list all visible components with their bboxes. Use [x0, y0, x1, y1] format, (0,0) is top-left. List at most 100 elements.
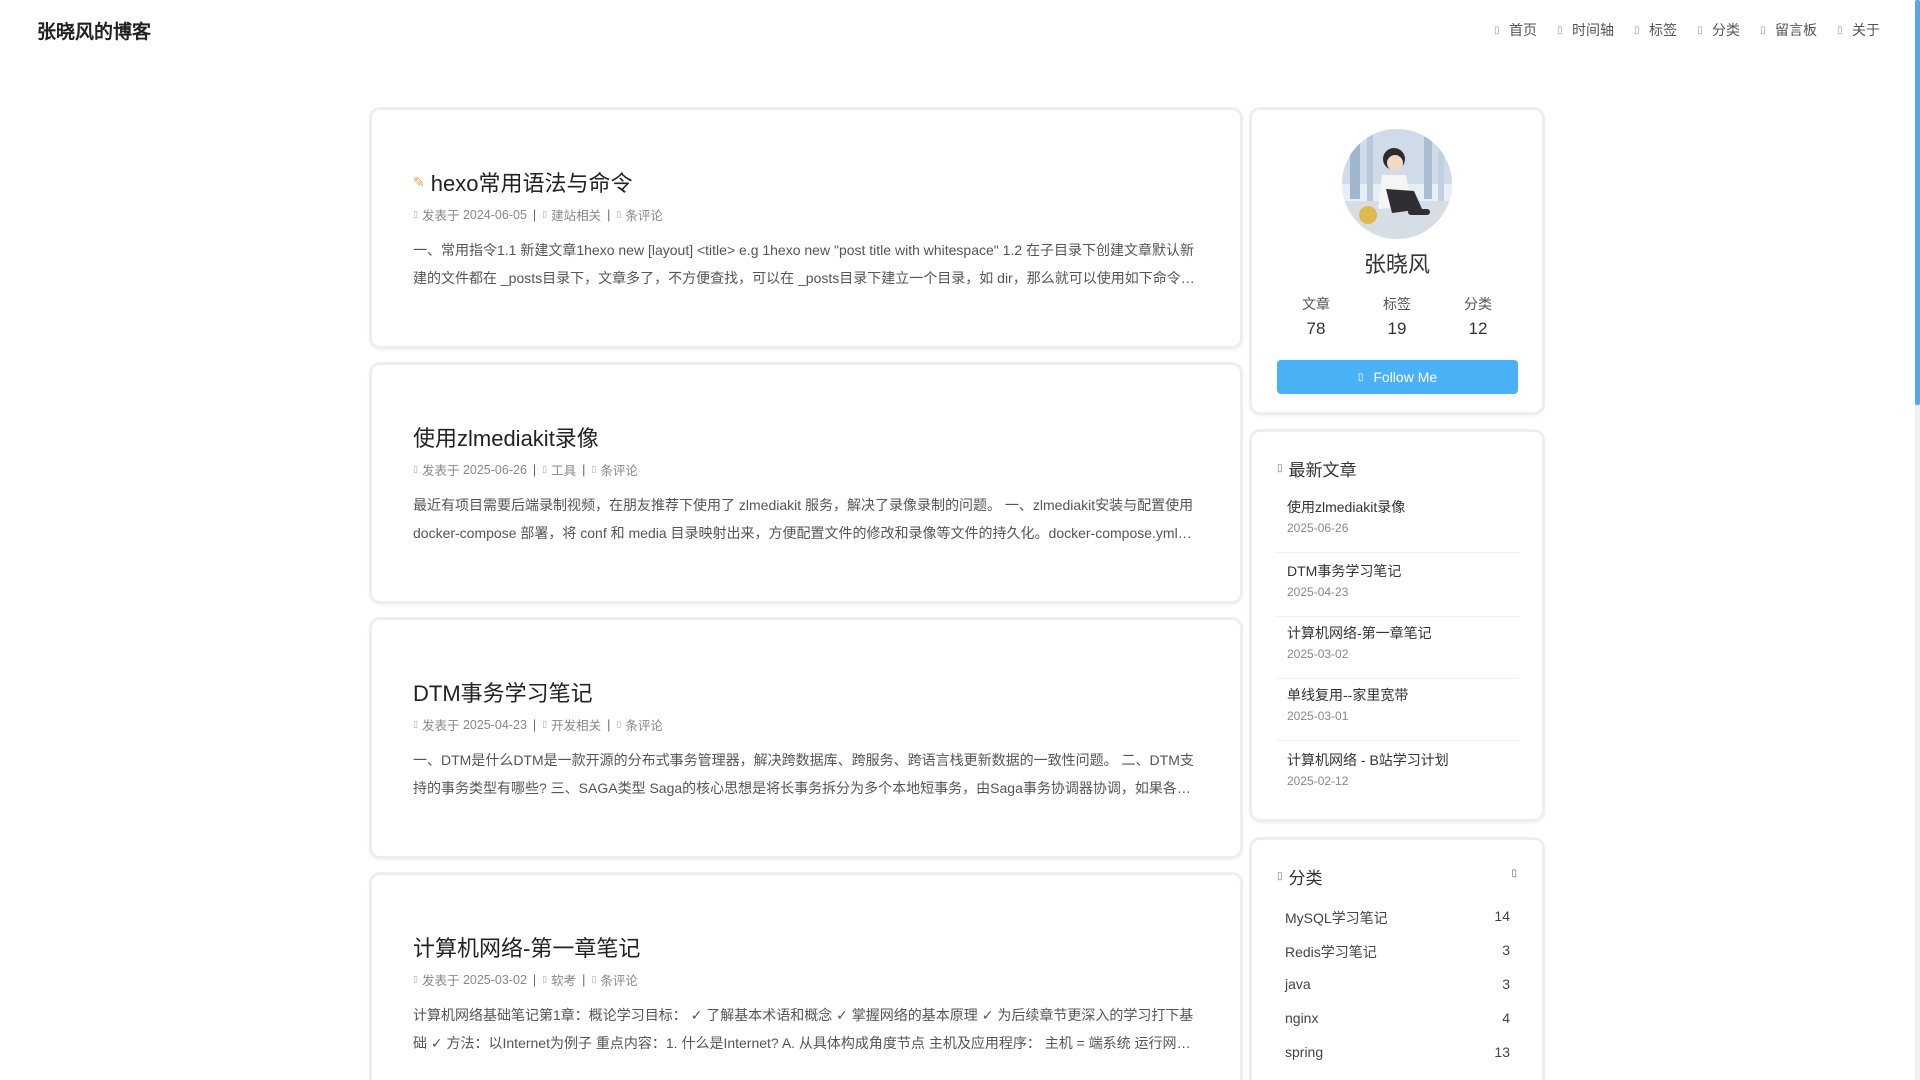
recent-post-item[interactable]: 计算机网络-第一章笔记 2025-03-02: [1277, 618, 1519, 679]
recent-post-date: 2025-03-02: [1287, 647, 1349, 661]
folder-icon: ▯: [542, 719, 548, 729]
category-item[interactable]: java 3: [1285, 976, 1510, 992]
post-card: 计算机网络-第一章笔记 ▯ 发表于 2025-03-02 | ▯ 软考 | ▯ …: [372, 875, 1240, 1080]
nav-label: 首页: [1509, 22, 1537, 38]
stat-articles[interactable]: 文章 78: [1276, 294, 1356, 339]
archive-icon: ▯: [1557, 24, 1563, 36]
comment-icon: ▯: [616, 719, 622, 729]
main-nav: ▯ 首页 ▯ 时间轴 ▯ 标签 ▯ 分类 ▯ 留言板 ▯ 关于: [1474, 20, 1880, 40]
nav-item-categories[interactable]: ▯ 分类: [1697, 20, 1740, 40]
meta-separator: |: [532, 207, 537, 222]
folder-icon: ▯: [542, 974, 548, 984]
category-item[interactable]: MySQL学习笔记 14: [1285, 908, 1510, 928]
comment-count[interactable]: 条评论: [600, 460, 638, 479]
post-card: DTM事务学习笔记 ▯ 发表于 2025-04-23 | ▯ 开发相关 | ▯ …: [372, 620, 1240, 856]
nav-label: 分类: [1712, 22, 1740, 38]
stat-label: 文章: [1302, 296, 1330, 312]
post-date: 2025-03-02: [462, 972, 527, 987]
post-excerpt: 计算机网络基础笔记第1章：概论学习目标： ✓ 了解基本术语和概念 ✓ 掌握网络的…: [413, 1007, 1194, 1051]
post-category[interactable]: 开发相关: [551, 715, 601, 734]
category-item[interactable]: Redis学习笔记 3: [1285, 942, 1510, 962]
recent-post-item[interactable]: DTM事务学习笔记 2025-04-23: [1277, 556, 1519, 617]
recent-post-title[interactable]: 计算机网络 - B站学习计划: [1287, 750, 1449, 770]
category-count: 4: [1502, 1010, 1510, 1026]
recent-post-title[interactable]: DTM事务学习笔记: [1287, 561, 1401, 581]
nav-label: 留言板: [1775, 22, 1817, 38]
post-date: 2025-04-23: [462, 717, 527, 732]
recent-post-title[interactable]: 计算机网络-第一章笔记: [1287, 623, 1432, 643]
recent-post-title[interactable]: 使用zlmediakit录像: [1287, 497, 1405, 517]
site-title[interactable]: 张晓风的博客: [37, 17, 151, 44]
post-category[interactable]: 软考: [551, 970, 576, 989]
scrollbar-thumb[interactable]: [1915, 0, 1920, 405]
date-prefix: 发表于: [421, 464, 460, 478]
recent-post-item[interactable]: 计算机网络 - B站学习计划 2025-02-12: [1277, 745, 1519, 806]
pin-icon: ✎: [413, 173, 425, 190]
comment-count[interactable]: 条评论: [625, 715, 663, 734]
meta-separator: |: [532, 462, 537, 477]
post-title[interactable]: DTM事务学习笔记: [413, 676, 593, 708]
author-card: 张晓风 文章 78 标签 19 分类 12 ▯ Follow Me: [1252, 110, 1542, 412]
post-category[interactable]: 工具: [551, 460, 576, 479]
follow-me-button[interactable]: ▯ Follow Me: [1277, 360, 1518, 394]
nav-item-timeline[interactable]: ▯ 时间轴: [1557, 20, 1614, 40]
post-title[interactable]: 使用zlmediakit录像: [413, 421, 599, 453]
recent-post-date: 2025-03-01: [1287, 709, 1349, 723]
post-meta: ▯ 发表于 2025-03-02 | ▯ 软考 | ▯ 条评论: [413, 970, 638, 989]
author-stats: 文章 78 标签 19 分类 12: [1276, 294, 1518, 339]
recent-post-item[interactable]: 单线复用--家里宽带 2025-03-01: [1277, 680, 1519, 741]
calendar-icon: ▯: [413, 719, 418, 729]
category-name: Redis学习笔记: [1285, 944, 1377, 960]
post-date: 2025-06-26: [462, 462, 527, 477]
comment-count[interactable]: 条评论: [625, 205, 663, 224]
stat-value: 19: [1387, 319, 1407, 338]
categories-card: ▯ 分类 ▯ MySQL学习笔记 14 Redis学习笔记 3 java 3 n…: [1252, 840, 1542, 1080]
recent-post-date: 2025-06-26: [1287, 521, 1349, 535]
collapse-toggle-icon[interactable]: ▯: [1511, 868, 1517, 879]
avatar[interactable]: [1342, 129, 1452, 239]
post-category[interactable]: 建站相关: [551, 205, 601, 224]
comment-count[interactable]: 条评论: [600, 970, 638, 989]
nav-item-home[interactable]: ▯ 首页: [1494, 20, 1537, 40]
categories-heading: ▯ 分类: [1277, 864, 1323, 889]
meta-separator: |: [532, 717, 537, 732]
folder-icon: ▯: [1697, 24, 1703, 36]
folder-icon: ▯: [542, 209, 548, 219]
category-count: 3: [1502, 942, 1510, 958]
github-icon: ▯: [1357, 371, 1364, 383]
calendar-icon: ▯: [413, 209, 418, 219]
post-card: 使用zlmediakit录像 ▯ 发表于 2025-06-26 | ▯ 工具 |…: [372, 365, 1240, 601]
date-prefix: 发表于: [421, 719, 460, 733]
category-name: spring: [1285, 1044, 1324, 1060]
meta-separator: |: [607, 717, 611, 732]
follow-label: Follow Me: [1373, 369, 1438, 385]
stat-categories[interactable]: 分类 12: [1438, 294, 1518, 339]
recent-post-date: 2025-04-23: [1287, 585, 1349, 599]
date-prefix: 发表于: [421, 209, 460, 223]
recent-posts-card: ▯ 最新文章 使用zlmediakit录像 2025-06-26 DTM事务学习…: [1252, 432, 1542, 819]
post-date: 2024-06-05: [462, 207, 527, 222]
site-header: 张晓风的博客 ▯ 首页 ▯ 时间轴 ▯ 标签 ▯ 分类 ▯ 留言板 ▯ 关于: [0, 0, 1920, 60]
category-count: 13: [1494, 1044, 1510, 1060]
category-item[interactable]: spring 13: [1285, 1044, 1510, 1060]
post-excerpt: 最近有项目需要后端录制视频，在朋友推荐下使用了 zlmediakit 服务，解决…: [413, 497, 1194, 541]
heading-text: 分类: [1288, 869, 1323, 888]
nav-item-tags[interactable]: ▯ 标签: [1634, 20, 1677, 40]
recent-post-title[interactable]: 单线复用--家里宽带: [1287, 685, 1408, 705]
post-title[interactable]: 计算机网络-第一章笔记: [413, 931, 640, 963]
post-meta: ▯ 发表于 2025-06-26 | ▯ 工具 | ▯ 条评论: [413, 460, 638, 479]
recent-post-item[interactable]: 使用zlmediakit录像 2025-06-26: [1277, 492, 1519, 553]
category-name: java: [1285, 976, 1311, 992]
nav-item-about[interactable]: ▯ 关于: [1837, 20, 1880, 40]
meta-separator: |: [582, 462, 586, 477]
page-scrollbar[interactable]: [1915, 0, 1920, 1080]
category-item[interactable]: nginx 4: [1285, 1010, 1510, 1026]
calendar-icon: ▯: [413, 974, 418, 984]
meta-separator: |: [607, 207, 611, 222]
comment-icon: ▯: [591, 974, 597, 984]
comment-icon: ▯: [591, 464, 597, 474]
stat-tags[interactable]: 标签 19: [1357, 294, 1437, 339]
post-title[interactable]: ✎ hexo常用语法与命令: [413, 166, 632, 198]
heart-icon: ▯: [1837, 24, 1843, 36]
nav-item-guestbook[interactable]: ▯ 留言板: [1760, 20, 1817, 40]
